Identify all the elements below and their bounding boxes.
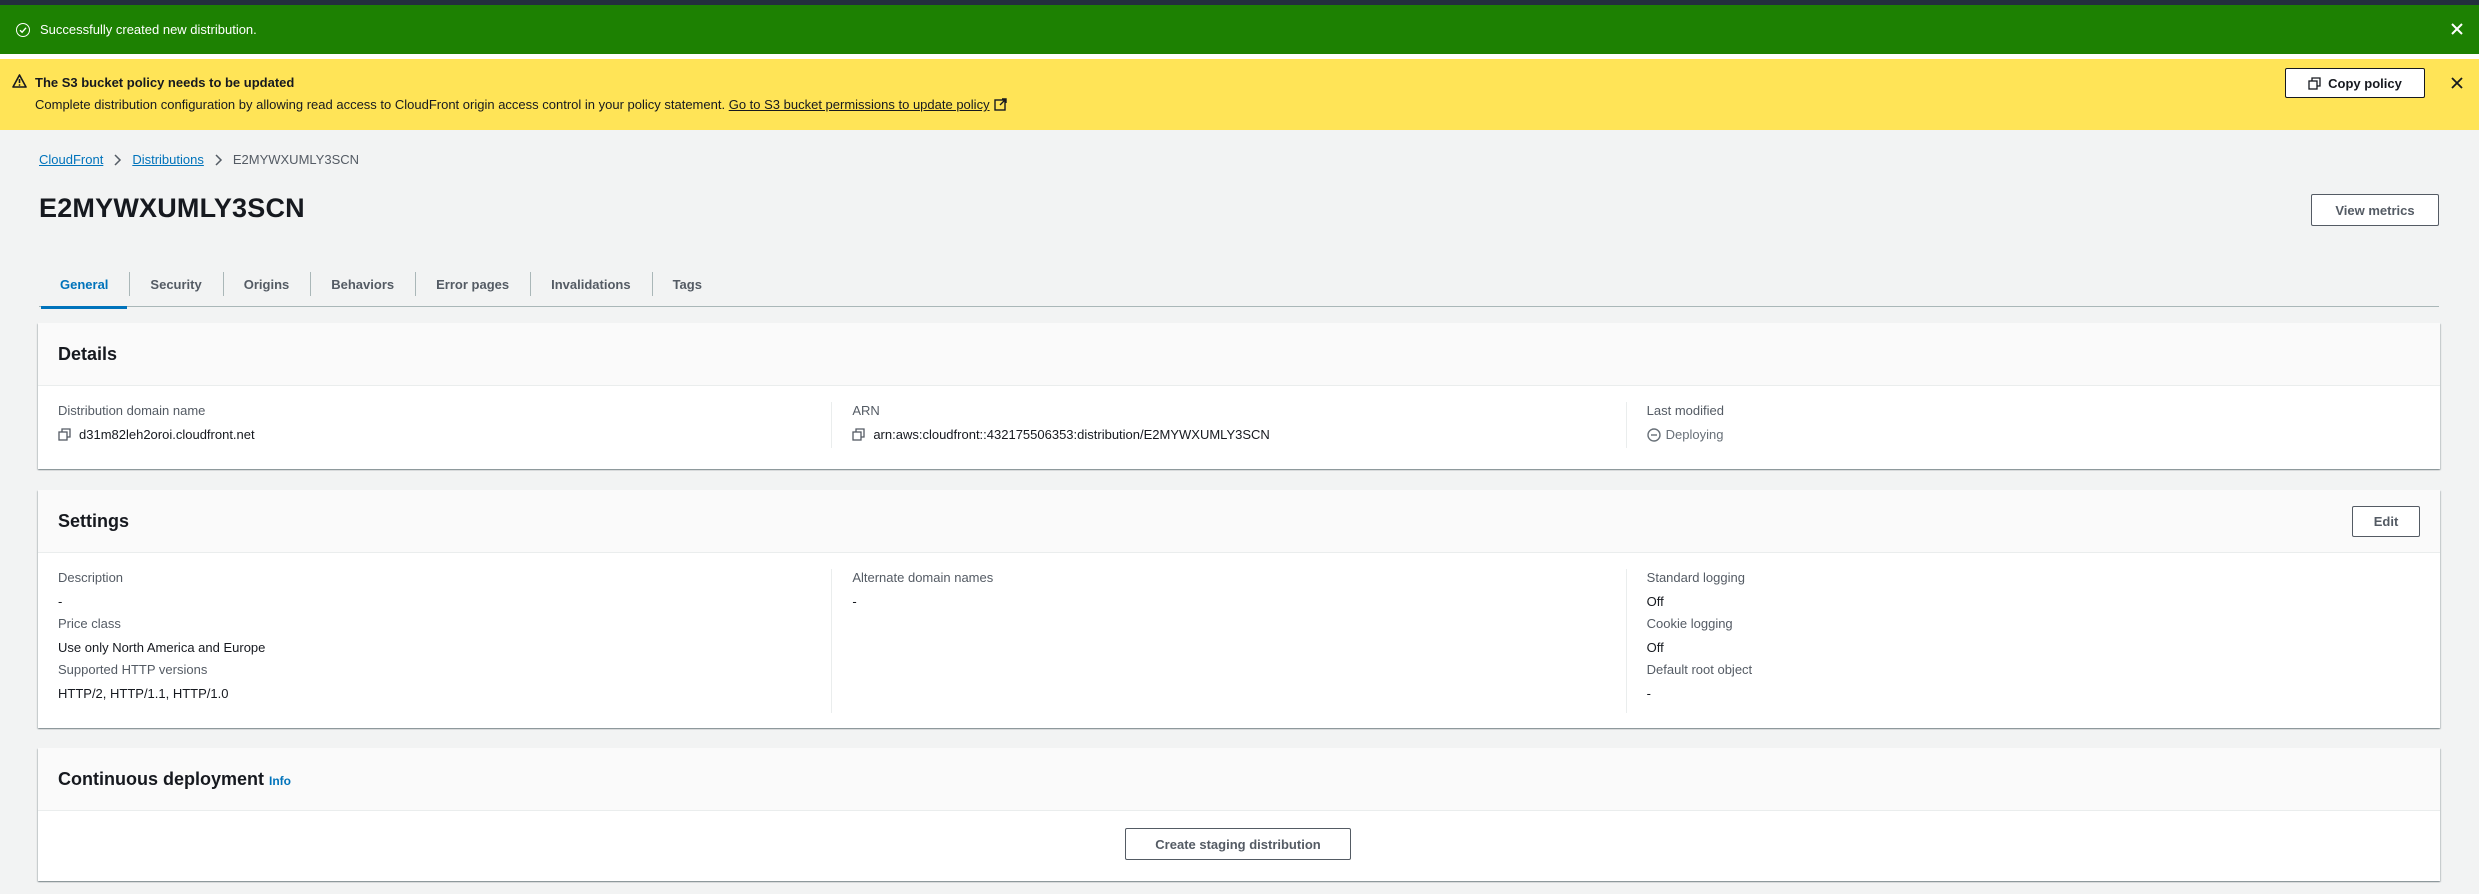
view-metrics-button[interactable]: View metrics (2311, 194, 2439, 226)
tab-behaviors[interactable]: Behaviors (310, 261, 415, 307)
arn-label: ARN (852, 403, 880, 418)
domain-column: Distribution domain name d31m82leh2oroi.… (58, 402, 831, 448)
edit-button[interactable]: Edit (2352, 506, 2420, 537)
success-message: Successfully created new distribution. (40, 22, 257, 37)
continuous-deployment-header: Continuous deployment Info (38, 748, 2440, 811)
continuous-deployment-title: Continuous deployment (58, 768, 264, 789)
modified-label: Last modified (1646, 403, 1724, 418)
alternate-domains-label: Alternate domain names (852, 570, 994, 585)
copy-policy-button[interactable]: Copy policy (2285, 68, 2425, 98)
details-header: Details (38, 323, 2440, 386)
copy-icon (2308, 76, 2321, 90)
chevron-right-icon (215, 153, 222, 166)
logging-column: Standard logging Off Cookie logging Off … (1625, 569, 2420, 713)
http-versions-value: HTTP/2, HTTP/1.1, HTTP/1.0 (58, 686, 229, 701)
description-label: Description (58, 570, 124, 585)
success-flash: Successfully created new distribution. (0, 5, 2479, 54)
tab-security[interactable]: Security (129, 261, 222, 307)
cookie-logging-label: Cookie logging (1646, 616, 1733, 631)
alternate-domains-value: - (852, 594, 857, 609)
breadcrumb-distributions[interactable]: Distributions (132, 152, 204, 167)
arn-column: ARN arn:aws:cloudfront::432175506353:dis… (831, 402, 1625, 448)
cookie-logging-value: Off (1646, 640, 1664, 655)
details-title: Details (58, 343, 118, 364)
chevron-right-icon (114, 153, 122, 166)
http-versions-label: Supported HTTP versions (58, 662, 208, 677)
details-panel: Details Distribution domain name d31m82l… (38, 323, 2440, 469)
tab-error-pages[interactable]: Error pages (415, 261, 530, 307)
warning-title: The S3 bucket policy needs to be updated (35, 75, 295, 90)
domains-column: Alternate domain names - (831, 569, 1625, 713)
domain-label: Distribution domain name (58, 403, 206, 418)
warning-icon (12, 74, 27, 88)
description-value: - (58, 594, 63, 609)
close-icon[interactable] (2449, 21, 2465, 37)
success-check-icon (16, 22, 30, 37)
general-settings-column: Description - Price class Use only North… (58, 569, 831, 713)
modified-status: Deploying (1665, 427, 1724, 442)
copy-icon[interactable] (58, 428, 71, 441)
breadcrumb-cloudfront[interactable]: CloudFront (39, 152, 103, 167)
close-icon[interactable] (2449, 75, 2465, 91)
external-link-icon (993, 98, 1007, 111)
in-progress-icon (1646, 427, 1661, 442)
warning-message: Complete distribution configuration by a… (35, 97, 726, 112)
standard-logging-label: Standard logging (1646, 570, 1745, 585)
settings-panel: Settings Edit Description - Price class … (38, 490, 2440, 728)
create-staging-button[interactable]: Create staging distribution (1125, 828, 1351, 860)
warning-message-line: Complete distribution configuration by a… (35, 97, 1007, 112)
breadcrumb: CloudFront Distributions E2MYWXUMLY3SCN (39, 152, 359, 167)
warning-flash: The S3 bucket policy needs to be updated… (0, 59, 2479, 130)
default-root-label: Default root object (1646, 662, 1753, 677)
default-root-value: - (1646, 686, 1651, 701)
copy-icon[interactable] (852, 428, 865, 441)
price-class-value: Use only North America and Europe (58, 640, 266, 655)
info-link[interactable]: Info (269, 774, 291, 788)
tab-general[interactable]: General (39, 261, 129, 309)
s3-permissions-link[interactable]: Go to S3 bucket permissions to update po… (729, 97, 990, 112)
settings-header: Settings Edit (38, 490, 2440, 553)
tab-origins[interactable]: Origins (222, 261, 311, 307)
copy-policy-label: Copy policy (2328, 75, 2402, 91)
arn-value: arn:aws:cloudfront::432175506353:distrib… (873, 427, 1270, 442)
domain-value: d31m82leh2oroi.cloudfront.net (79, 427, 255, 442)
standard-logging-value: Off (1646, 594, 1664, 609)
breadcrumb-current: E2MYWXUMLY3SCN (232, 152, 360, 167)
tab-bar: General Security Origins Behaviors Error… (39, 261, 2439, 309)
settings-title: Settings (58, 510, 130, 531)
modified-column: Last modified Deploying (1625, 402, 2420, 448)
price-class-label: Price class (58, 616, 121, 631)
continuous-deployment-panel: Continuous deployment Info Create stagin… (38, 748, 2440, 881)
page-title: E2MYWXUMLY3SCN (39, 193, 305, 223)
tab-invalidations[interactable]: Invalidations (530, 261, 651, 307)
tab-tags[interactable]: Tags (651, 261, 723, 307)
